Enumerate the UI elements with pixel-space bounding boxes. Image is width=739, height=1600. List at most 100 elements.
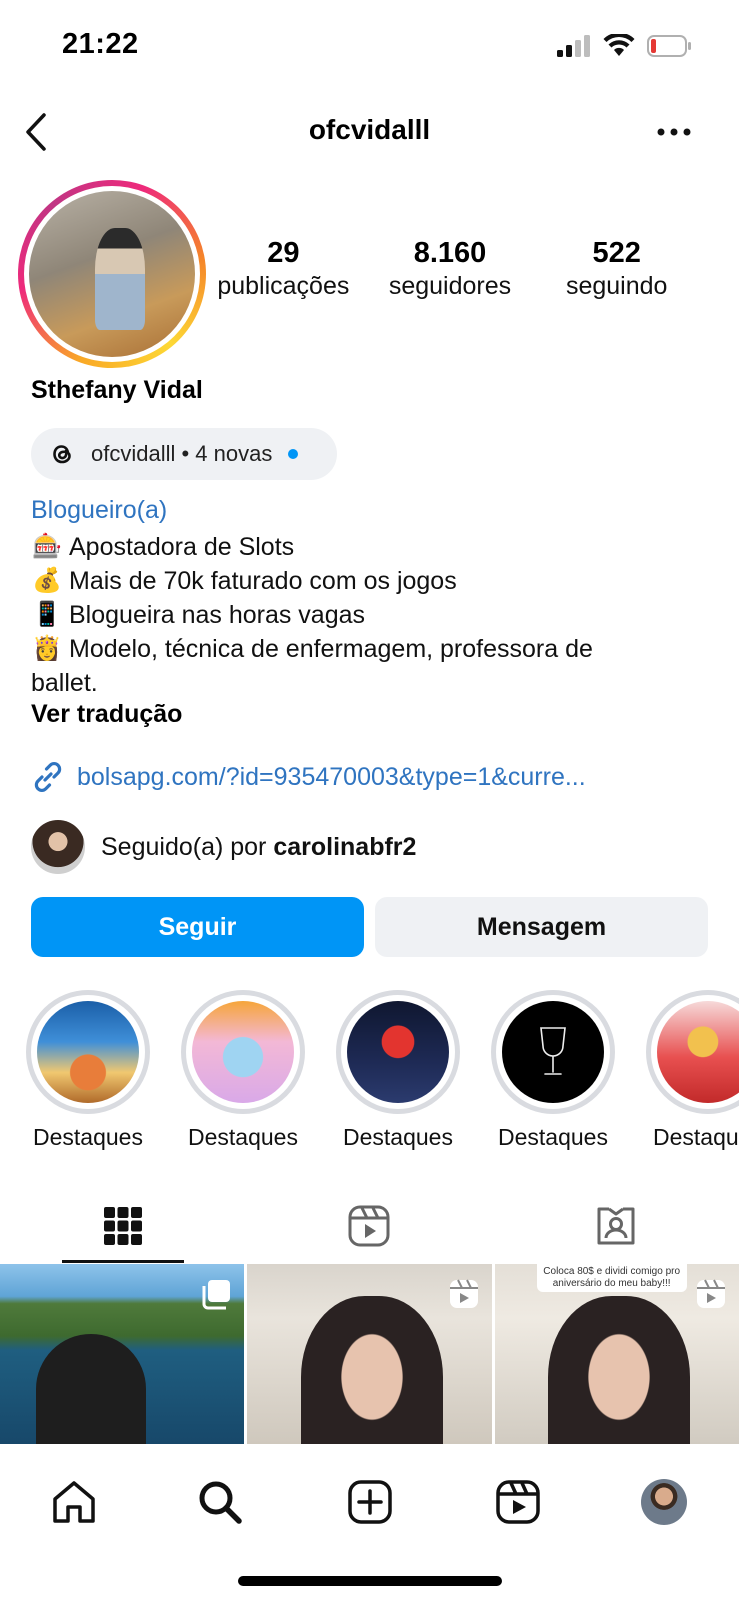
bio-text: Apostadora de Slots	[69, 533, 295, 561]
grid-post[interactable]	[0, 1264, 245, 1444]
wine-glass-icon	[540, 1027, 566, 1075]
stat-followers[interactable]: 8.160 seguidores	[367, 236, 534, 302]
follow-button[interactable]: Seguir	[31, 897, 364, 957]
slot-machine-icon: 🎰	[32, 533, 62, 560]
highlight-cover	[347, 1001, 449, 1103]
highlight-item[interactable]: Destaques	[336, 990, 460, 1150]
highlight-label: Destaques	[498, 1124, 608, 1150]
post-caption-sticker: Coloca 80$ e dividi comigo pro aniversár…	[536, 1264, 687, 1292]
threads-badge-text: ofcvidalll • 4 novas	[91, 441, 273, 466]
post-subject	[301, 1296, 443, 1444]
search-icon	[199, 1481, 242, 1524]
highlight-item[interactable]: Destaques	[646, 990, 739, 1150]
profile-category: Blogueiro(a)	[31, 496, 168, 524]
mobile-phone-icon: 📱	[32, 601, 62, 628]
followed-by-text: Seguido(a) por carolinabfr2	[101, 833, 416, 862]
story-highlights: Destaques Destaques Destaques Destaques …	[0, 990, 739, 1150]
highlight-item[interactable]: Destaques	[26, 990, 150, 1150]
bottom-tab-bar	[0, 1444, 739, 1600]
post-subject	[548, 1296, 691, 1444]
profile-header: ofcvidalll	[0, 100, 739, 164]
highlight-label: Destaques	[653, 1124, 739, 1150]
profile-link[interactable]: bolsapg.com/?id=935470003&type=1&curre..…	[31, 760, 586, 794]
nav-create[interactable]	[340, 1472, 400, 1532]
more-options-button[interactable]	[649, 120, 699, 144]
followed-by-prefix: Seguido(a) por	[101, 832, 274, 861]
active-tab-indicator	[62, 1260, 184, 1263]
home-icon	[53, 1481, 95, 1523]
carousel-icon	[200, 1278, 232, 1315]
reel-icon	[448, 1278, 480, 1315]
stat-label: seguindo	[565, 272, 668, 300]
princess-icon: 👸	[32, 635, 62, 662]
plus-square-icon	[348, 1480, 392, 1524]
bio-line: 🎰 Apostadora de Slots	[31, 530, 721, 564]
header-username: ofcvidalll	[308, 114, 431, 145]
link-icon	[34, 762, 62, 792]
status-time: 21:22	[62, 28, 139, 60]
followed-by[interactable]: Seguido(a) por carolinabfr2	[31, 820, 416, 874]
nav-home[interactable]	[44, 1472, 104, 1532]
tagged-person-icon	[597, 1207, 635, 1245]
profile-avatar-story-ring[interactable]	[18, 180, 206, 368]
grid-post[interactable]: Coloca 80$ e dividi comigo pro aniversár…	[494, 1264, 739, 1444]
new-indicator-dot	[288, 449, 299, 459]
message-button[interactable]: Mensagem	[375, 897, 708, 957]
tab-reels[interactable]	[308, 1190, 430, 1262]
nav-profile[interactable]	[634, 1472, 694, 1532]
bio-line: 💰 Mais de 70k faturado com os jogos	[31, 564, 721, 598]
profile-tabs	[0, 1190, 739, 1264]
posts-grid: Coloca 80$ e dividi comigo pro aniversár…	[0, 1264, 739, 1444]
followed-by-username: carolinabfr2	[273, 832, 417, 861]
bio-continuation: ballet.	[31, 669, 98, 697]
bio-line: 👸 Modelo, técnica de enfermagem, profess…	[31, 632, 721, 666]
grid-post[interactable]	[247, 1264, 492, 1444]
money-bag-icon: 💰	[32, 567, 62, 594]
home-indicator	[238, 1576, 502, 1586]
ellipsis-icon	[657, 128, 691, 136]
link-text: bolsapg.com/?id=935470003&type=1&curre..…	[77, 762, 586, 791]
mutual-follower-avatar	[31, 820, 85, 874]
see-translation-link[interactable]: Ver tradução	[31, 700, 182, 729]
cellular-signal-icon	[557, 35, 590, 57]
grid-icon	[104, 1207, 142, 1245]
status-icons	[557, 34, 693, 58]
reels-icon	[496, 1480, 540, 1524]
stat-label: seguidores	[388, 272, 512, 300]
stat-value: 8.160	[413, 237, 487, 269]
highlight-item[interactable]: Destaques	[181, 990, 305, 1150]
status-bar: 21:22	[0, 0, 739, 96]
stat-value: 29	[267, 237, 300, 269]
profile-bio: 🎰 Apostadora de Slots 💰 Mais de 70k fatu…	[31, 530, 721, 700]
highlight-cover	[37, 1001, 139, 1103]
highlight-label: Destaques	[33, 1124, 143, 1150]
profile-avatar	[29, 191, 195, 357]
highlight-label: Destaques	[188, 1124, 298, 1150]
post-subject	[36, 1334, 146, 1444]
highlight-cover	[657, 1001, 739, 1103]
tab-tagged[interactable]	[555, 1190, 677, 1262]
stat-following[interactable]: 522 seguindo	[533, 236, 700, 302]
stat-posts[interactable]: 29 publicações	[200, 236, 367, 302]
highlight-cover	[192, 1001, 294, 1103]
threads-badge[interactable]: ofcvidalll • 4 novas	[31, 428, 337, 480]
battery-icon	[647, 35, 691, 57]
bio-text: Modelo, técnica de enfermagem, professor…	[69, 635, 593, 663]
bio-line: 📱 Blogueira nas horas vagas	[31, 598, 721, 632]
bio-text: Blogueira nas horas vagas	[69, 601, 366, 629]
nav-search[interactable]	[190, 1472, 250, 1532]
stat-value: 522	[592, 237, 641, 269]
profile-stats: 29 publicações 8.160 seguidores 522 segu…	[200, 236, 700, 302]
nav-reels[interactable]	[488, 1472, 548, 1532]
display-name: Sthefany Vidal	[31, 376, 203, 404]
highlight-label: Destaques	[343, 1124, 453, 1150]
reel-icon	[695, 1278, 727, 1315]
profile-avatar-icon	[641, 1479, 687, 1525]
tab-posts-grid[interactable]	[62, 1190, 184, 1262]
highlight-cover	[502, 1001, 604, 1103]
stat-label: publicações	[217, 272, 350, 300]
highlight-item[interactable]: Destaques	[491, 990, 615, 1150]
reels-icon	[348, 1205, 390, 1247]
wifi-icon	[603, 34, 635, 56]
threads-icon	[53, 445, 71, 464]
